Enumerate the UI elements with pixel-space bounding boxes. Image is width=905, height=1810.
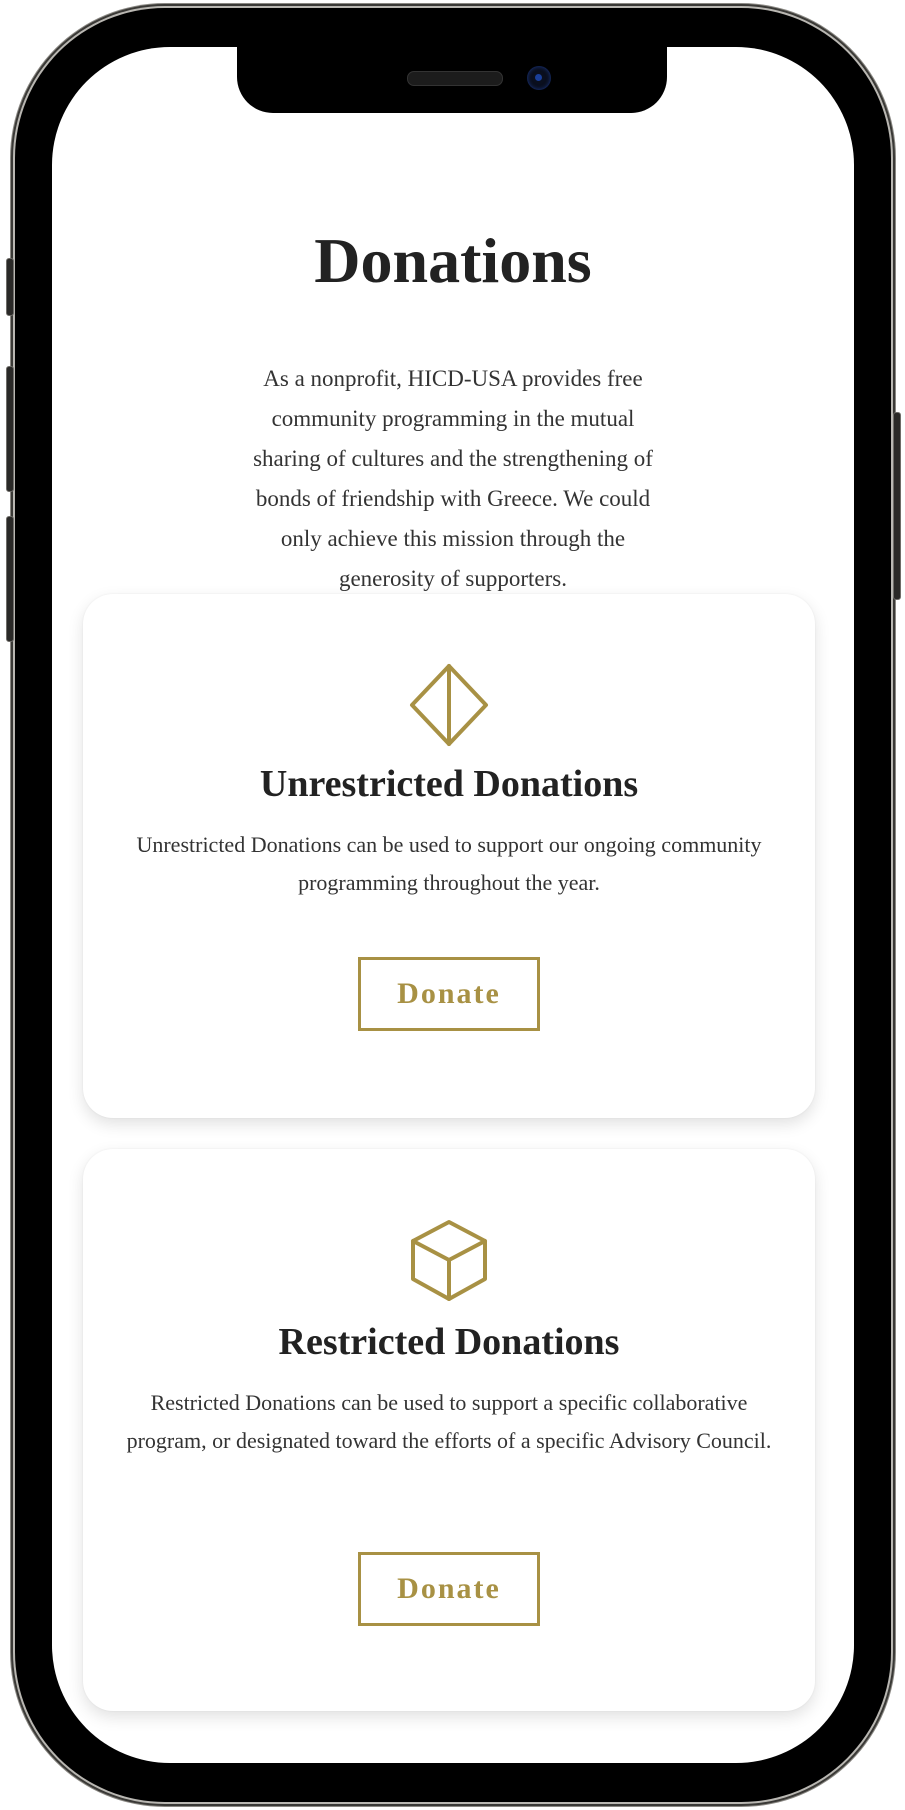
power-button (893, 412, 901, 600)
restricted-donations-card: Restricted Donations Restricted Donation… (83, 1149, 815, 1711)
card-description: Unrestricted Donations can be used to su… (136, 832, 762, 895)
card-description: Restricted Donations can be used to supp… (126, 1390, 772, 1453)
donations-page: Donations As a nonprofit, HICD-USA provi… (52, 47, 854, 1763)
front-camera (527, 66, 551, 90)
cube-icon (411, 1220, 487, 1301)
speaker-grille (407, 71, 503, 86)
mute-switch (6, 258, 14, 316)
volume-up-button (6, 366, 14, 492)
page-title: Donations (314, 225, 592, 296)
pyramid-icon (410, 664, 488, 746)
intro-text: As a nonprofit, HICD-USA provides free c… (253, 366, 653, 591)
notch (237, 47, 667, 113)
volume-down-button (6, 516, 14, 642)
donate-button-restricted[interactable]: Donate (358, 1552, 540, 1626)
card-title: Restricted Donations (278, 1321, 620, 1363)
card-title: Unrestricted Donations (259, 763, 639, 805)
phone-frame: Donations As a nonprofit, HICD-USA provi… (6, 8, 901, 1802)
unrestricted-donations-card: Unrestricted Donations Unrestricted Dona… (83, 594, 815, 1118)
screen: Donations As a nonprofit, HICD-USA provi… (52, 47, 854, 1763)
donate-button-unrestricted[interactable]: Donate (358, 957, 540, 1031)
